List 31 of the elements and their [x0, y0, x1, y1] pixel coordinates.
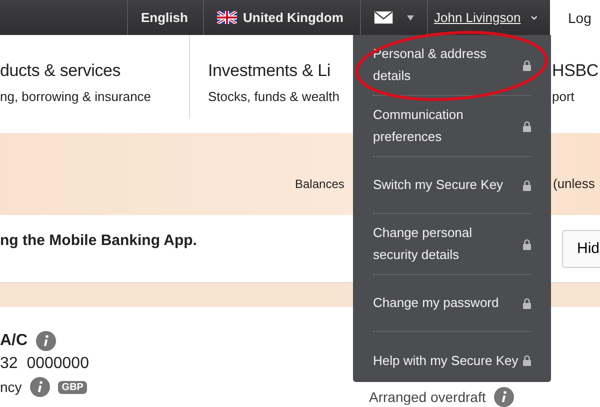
info-icon[interactable]: [36, 331, 56, 351]
chevron-icon: [530, 14, 537, 22]
menu-item[interactable]: Switch my Secure Key: [373, 174, 504, 196]
currency-label: ncy: [0, 379, 22, 395]
flag-icon: [217, 11, 237, 24]
nav-title[interactable]: HSBC: [552, 61, 598, 81]
balances-note: (unless: [553, 176, 596, 191]
account-number: 32 0000000: [0, 355, 90, 373]
currency-badge: GBP: [58, 380, 88, 394]
menu-item[interactable]: Communication preferences: [373, 104, 519, 148]
user-name: John Livingson: [434, 10, 521, 25]
hide-button[interactable]: Hid: [562, 230, 600, 268]
menu-item[interactable]: Change my password: [373, 292, 499, 314]
nav-subtitle: Stocks, funds & wealth: [208, 89, 341, 104]
nav-title[interactable]: ducts & services: [0, 61, 189, 81]
country-link[interactable]: United Kingdom: [203, 0, 360, 35]
menu-item[interactable]: Help with my Secure Key: [373, 350, 518, 372]
log-link[interactable]: Log: [550, 0, 600, 35]
mail-icon[interactable]: [374, 10, 394, 25]
country-name: United Kingdom: [243, 10, 344, 25]
menu-item[interactable]: Change personal security details: [373, 222, 519, 266]
balances-label: Balances: [295, 177, 344, 191]
language-link[interactable]: English: [127, 0, 203, 35]
info-icon[interactable]: [30, 377, 50, 397]
nav-subtitle: port: [552, 89, 576, 104]
caret-icon[interactable]: [407, 14, 414, 20]
nav-subtitle: ng, borrowing & insurance: [0, 89, 152, 104]
banner-text: ng the Mobile Banking App.: [0, 232, 197, 249]
account-name: A/C: [0, 332, 28, 350]
overdraft-label: Arranged overdraft: [369, 389, 486, 405]
info-icon[interactable]: [494, 387, 514, 407]
